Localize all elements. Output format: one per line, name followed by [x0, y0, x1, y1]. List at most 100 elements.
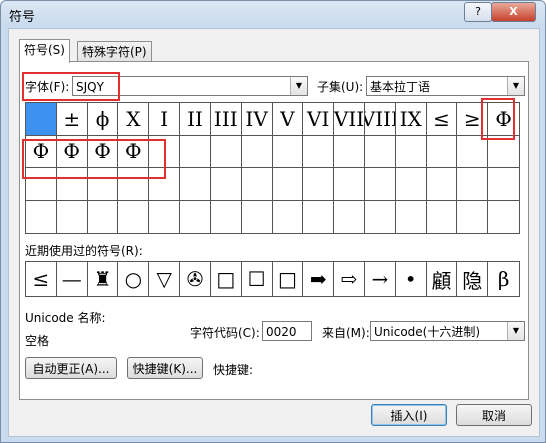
recent-symbol[interactable]: ♜	[88, 262, 119, 296]
recent-symbol[interactable]: ▽	[149, 262, 181, 296]
symbol-cell[interactable]	[180, 200, 211, 233]
symbol-cell[interactable]	[488, 136, 519, 168]
tab-symbols[interactable]: 符号(S)	[19, 39, 70, 63]
symbol-cell[interactable]	[211, 200, 242, 233]
symbol-cell[interactable]	[241, 168, 273, 201]
symbol-cell[interactable]	[26, 168, 57, 201]
symbol-cell[interactable]	[457, 135, 489, 168]
recent-symbol[interactable]: ➡	[303, 262, 335, 296]
symbol-cell[interactable]: ϕ	[87, 103, 119, 136]
recent-symbol[interactable]: —	[57, 262, 88, 296]
symbol-cell[interactable]	[426, 135, 458, 168]
recent-symbol[interactable]: □	[211, 262, 242, 296]
symbol-cell[interactable]: Ф	[87, 135, 119, 168]
symbol-cell[interactable]	[488, 168, 519, 201]
symbol-cell[interactable]	[26, 200, 57, 233]
symbol-cell[interactable]	[241, 135, 273, 168]
symbol-cell[interactable]	[57, 200, 88, 233]
symbol-dialog: 符号 ? X 符号(S) 特殊字符(P) 字体(F): SJQY ▼ 子集(U)…	[0, 0, 546, 443]
symbol-cell[interactable]	[149, 135, 181, 168]
symbol-cell[interactable]: ±	[56, 103, 88, 136]
recent-symbol[interactable]: 顧	[427, 262, 458, 296]
symbol-cell[interactable]	[396, 200, 427, 233]
symbol-cell[interactable]: VI	[303, 103, 335, 136]
symbol-cell[interactable]: III	[210, 103, 242, 136]
recent-symbol[interactable]: ≤	[26, 262, 57, 296]
symbol-cell[interactable]	[210, 135, 242, 168]
symbol-cell[interactable]	[180, 135, 211, 168]
symbol-cell[interactable]	[303, 200, 335, 233]
insert-button[interactable]: 插入(I)	[371, 404, 447, 426]
symbol-cell[interactable]	[242, 200, 273, 233]
symbol-cell[interactable]	[118, 200, 150, 233]
symbol-cell[interactable]	[303, 135, 335, 168]
symbol-cell[interactable]: VIII	[364, 103, 396, 136]
recent-symbol[interactable]: □	[273, 262, 304, 296]
font-dropdown-icon[interactable]: ▼	[290, 77, 307, 95]
symbol-cell[interactable]	[118, 168, 150, 201]
symbol-cell[interactable]	[334, 135, 365, 168]
symbol-cell[interactable]	[427, 200, 458, 233]
recent-symbol[interactable]: 隐	[457, 262, 489, 296]
symbol-cell[interactable]	[334, 200, 365, 233]
subset-select[interactable]: 基本拉丁语 ▼	[366, 76, 525, 96]
symbol-cell[interactable]: II	[180, 103, 211, 136]
symbol-cell[interactable]	[210, 168, 242, 201]
autocorrect-button[interactable]: 自动更正(A)...	[25, 357, 117, 379]
symbol-cell[interactable]	[395, 135, 427, 168]
symbol-cell[interactable]: V	[272, 103, 304, 136]
symbol-cell[interactable]	[273, 200, 304, 233]
symbol-cell[interactable]: IV	[241, 103, 273, 136]
close-button[interactable]: X	[491, 2, 536, 22]
char-code-label: 字符代码(C):	[190, 326, 260, 340]
symbols-panel: 字体(F): SJQY ▼ 子集(U): 基本拉丁语 ▼ ± ϕ X I II III IV…	[19, 61, 529, 400]
symbol-cell[interactable]: VII	[334, 103, 365, 136]
subset-dropdown-icon[interactable]: ▼	[507, 77, 524, 95]
recent-symbol[interactable]: •	[396, 262, 427, 296]
recent-symbol[interactable]: →	[365, 262, 396, 296]
recent-symbol[interactable]: ☐	[242, 262, 273, 296]
symbol-cell[interactable]	[364, 135, 396, 168]
symbol-cell[interactable]: ≥	[457, 103, 489, 136]
symbol-cell[interactable]	[272, 135, 304, 168]
cancel-button[interactable]: 取消	[456, 404, 532, 426]
symbol-cell[interactable]	[88, 200, 119, 233]
symbol-cell[interactable]	[180, 168, 211, 201]
symbol-cell[interactable]	[457, 168, 489, 201]
recent-symbol[interactable]: ⇨	[334, 262, 365, 296]
symbol-cell[interactable]	[364, 168, 396, 201]
recent-symbol[interactable]: β	[488, 262, 519, 296]
symbol-cell[interactable]	[272, 168, 304, 201]
subset-label: 子集(U):	[317, 80, 364, 94]
char-code-input[interactable]: 0020	[262, 321, 312, 341]
symbol-cell[interactable]	[334, 168, 365, 201]
symbol-cell[interactable]	[365, 200, 396, 233]
from-dropdown-icon[interactable]: ▼	[507, 322, 524, 340]
symbol-cell[interactable]	[457, 200, 489, 233]
symbol-cell[interactable]	[426, 168, 458, 201]
shortcut-key-button[interactable]: 快捷键(K)...	[127, 357, 203, 379]
symbol-cell[interactable]: Φ	[488, 103, 519, 136]
symbol-cell[interactable]: Ф	[56, 135, 88, 168]
recent-symbol[interactable]: ○	[118, 262, 150, 296]
recent-symbol[interactable]: ✇	[180, 262, 211, 296]
symbol-cell[interactable]	[56, 168, 88, 201]
symbol-cell[interactable]	[26, 103, 57, 136]
symbol-cell[interactable]: Ф	[26, 135, 57, 168]
tab-special-characters[interactable]: 特殊字符(P)	[77, 41, 152, 62]
symbol-cell[interactable]: Ф	[118, 135, 150, 168]
symbol-cell[interactable]	[87, 168, 119, 201]
symbol-cell[interactable]: X	[118, 103, 150, 136]
symbol-cell[interactable]	[149, 200, 181, 233]
symbol-cell[interactable]: I	[149, 103, 181, 136]
recent-label: 近期使用过的符号(R):	[25, 244, 143, 258]
symbol-cell[interactable]	[395, 168, 427, 201]
symbol-cell[interactable]: ≤	[426, 103, 458, 136]
help-button[interactable]: ?	[464, 2, 492, 22]
symbol-cell[interactable]: IX	[395, 103, 427, 136]
symbol-cell[interactable]	[303, 168, 335, 201]
from-select[interactable]: Unicode(十六进制) ▼	[370, 321, 525, 341]
font-select[interactable]: SJQY ▼	[72, 76, 308, 96]
symbol-cell[interactable]	[149, 168, 181, 201]
symbol-cell[interactable]	[488, 201, 519, 234]
